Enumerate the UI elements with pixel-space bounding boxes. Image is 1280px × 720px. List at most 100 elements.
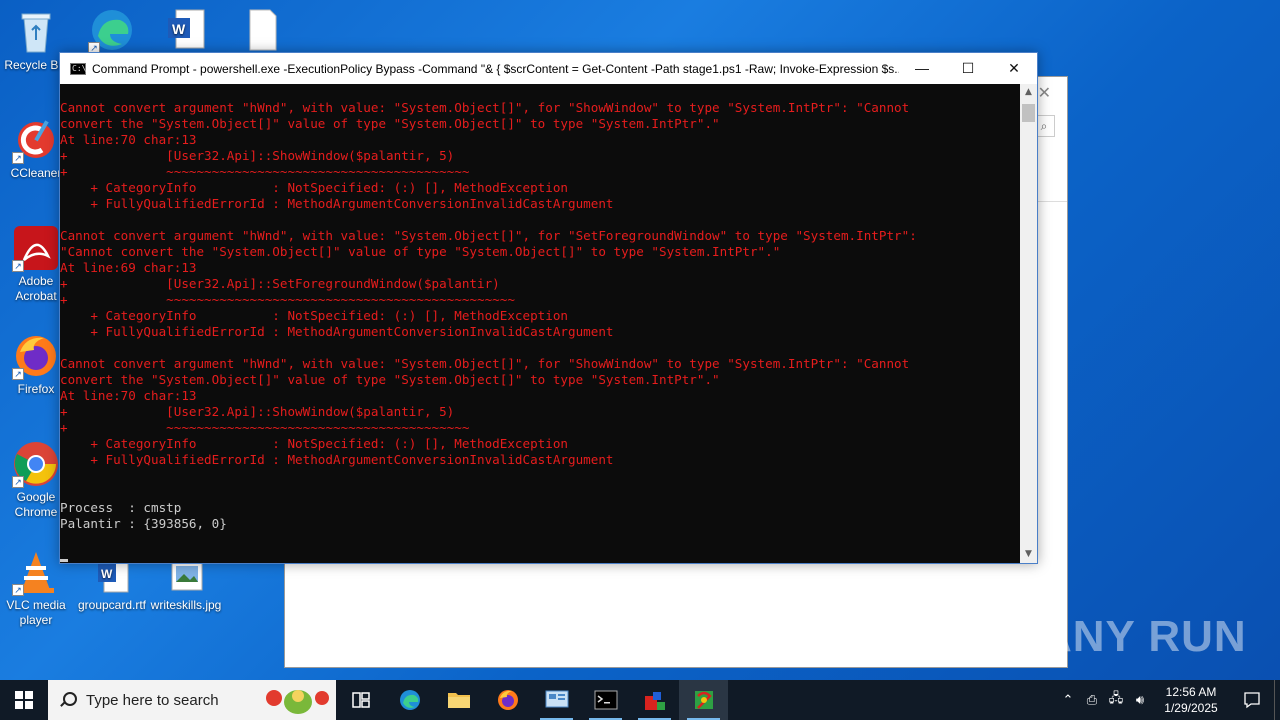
notification-button[interactable] — [1230, 680, 1274, 720]
console-line: At line:69 char:13 — [60, 260, 197, 275]
svg-text:W: W — [101, 567, 113, 581]
search-placeholder: Type here to search — [86, 691, 219, 709]
console-line: At line:70 char:13 — [60, 388, 197, 403]
command-prompt-icon — [594, 690, 617, 710]
blank-file-icon — [238, 6, 286, 54]
taskbar-command-prompt[interactable] — [581, 680, 630, 720]
close-icon[interactable]: ✕ — [1038, 83, 1051, 102]
taskbar-app-active[interactable] — [679, 680, 728, 720]
clock[interactable]: 12:56 AM 1/29/2025 — [1152, 684, 1230, 716]
console-line: At line:70 char:13 — [60, 132, 197, 147]
console-line: convert the "System.Object[]" value of t… — [60, 372, 720, 387]
scrollbar-thumb[interactable] — [1022, 104, 1035, 122]
taskbar-file-explorer[interactable] — [434, 680, 483, 720]
console-line: + [User32.Api]::ShowWindow($palantir, 5) — [60, 404, 455, 419]
taskbar-app-red[interactable] — [630, 680, 679, 720]
recycle-bin-icon — [12, 8, 60, 56]
console-line: "Cannot convert the "System.Object[]" va… — [60, 244, 781, 259]
console-line: + CategoryInfo : NotSpecified: (:) [], M… — [60, 180, 568, 195]
volume-icon[interactable]: 🔊︎ — [1128, 692, 1152, 708]
shortcut-arrow-icon: ↗ — [12, 260, 24, 272]
window-title: Command Prompt - powershell.exe -Executi… — [92, 61, 899, 76]
desktop-icon-word-doc[interactable]: W — [150, 6, 222, 56]
taskbar-firefox[interactable] — [483, 680, 532, 720]
anyrun-watermark: ANY RUN — [1040, 612, 1247, 661]
console-line: + ~~~~~~~~~~~~~~~~~~~~~~~~~~~~~~~~~~~~~~… — [60, 420, 470, 435]
script-host-icon — [694, 691, 713, 709]
command-prompt-icon: C:\ — [70, 62, 87, 75]
application-icon — [644, 692, 665, 710]
vertical-scrollbar[interactable]: ▲ ▼ — [1020, 84, 1037, 563]
chevron-up-icon[interactable]: ⌃ — [1056, 692, 1080, 708]
console-line: + ~~~~~~~~~~~~~~~~~~~~~~~~~~~~~~~~~~~~~~… — [60, 292, 515, 307]
console-text: Cannot convert argument "hWnd", with val… — [60, 84, 1020, 563]
taskbar-edge[interactable] — [385, 680, 434, 720]
desktop-icon-label: groupcard.rtf — [77, 598, 147, 612]
task-view-icon — [351, 692, 370, 708]
scroll-up-arrow-icon[interactable]: ▲ — [1020, 84, 1037, 101]
network-icon[interactable]: 🖧 — [1104, 689, 1128, 711]
console-line: + FullyQualifiedErrorId : MethodArgument… — [60, 196, 614, 211]
console-line: + FullyQualifiedErrorId : MethodArgument… — [60, 452, 614, 467]
svg-text:W: W — [172, 21, 186, 37]
shortcut-arrow-icon: ↗ — [12, 584, 24, 596]
firefox-icon: ↗ — [12, 332, 60, 380]
console-line: Cannot convert argument "hWnd", with val… — [60, 356, 910, 371]
windows-logo-icon — [15, 691, 33, 709]
folder-icon — [447, 693, 470, 708]
window-titlebar[interactable]: C:\ Command Prompt - powershell.exe -Exe… — [60, 53, 1037, 84]
ccleaner-icon: ↗ — [12, 116, 60, 164]
start-button[interactable] — [0, 680, 48, 720]
network-device-icon[interactable]: ⎙ — [1080, 692, 1104, 708]
console-output[interactable]: Cannot convert argument "hWnd", with val… — [60, 84, 1020, 563]
chrome-icon: ↗ — [12, 440, 60, 488]
command-prompt-window[interactable]: C:\ Command Prompt - powershell.exe -Exe… — [59, 52, 1038, 564]
console-line: + CategoryInfo : NotSpecified: (:) [], M… — [60, 308, 568, 323]
desktop-icon-label: writeskills.jpg — [150, 598, 222, 612]
word-document-icon: W — [162, 6, 210, 54]
maximize-button[interactable]: ☐ — [945, 53, 991, 84]
search-icon — [60, 692, 77, 708]
desktop-icon-blank-file[interactable] — [226, 6, 298, 56]
taskbar-control-panel[interactable] — [532, 680, 581, 720]
show-desktop-button[interactable] — [1274, 680, 1280, 720]
console-line: convert the "System.Object[]" value of t… — [60, 116, 720, 131]
shortcut-arrow-icon: ↗ — [12, 368, 24, 380]
shortcut-arrow-icon: ↗ — [12, 476, 24, 488]
console-line: Cannot convert argument "hWnd", with val… — [60, 100, 910, 115]
console-line: Cannot convert argument "hWnd", with val… — [60, 228, 917, 243]
text-cursor — [60, 559, 68, 562]
desktop-icon-label: VLC media player — [6, 598, 66, 627]
adobe-acrobat-icon: ↗ — [12, 224, 60, 272]
desktop-icon-edge[interactable]: ↗ — [76, 6, 148, 56]
console-line: + ~~~~~~~~~~~~~~~~~~~~~~~~~~~~~~~~~~~~~~… — [60, 164, 470, 179]
system-tray: ⌃ ⎙ 🖧 🔊︎ 12:56 AM 1/29/2025 — [1056, 680, 1280, 720]
console-line: + FullyQualifiedErrorId : MethodArgument… — [60, 324, 614, 339]
scroll-down-arrow-icon[interactable]: ▼ — [1020, 546, 1037, 563]
edge-icon — [399, 690, 420, 710]
desktop-icon-groupcard[interactable]: W groupcard.rtf — [76, 556, 148, 613]
edge-icon: ↗ — [88, 6, 136, 54]
console-cursor-line — [60, 548, 1020, 563]
console-line: Process : cmstp — [60, 500, 182, 515]
console-line: + [User32.Api]::ShowWindow($palantir, 5) — [60, 148, 455, 163]
close-button[interactable]: ✕ — [991, 53, 1037, 84]
control-panel-icon — [545, 690, 568, 708]
divider — [1033, 201, 1067, 202]
clock-date: 1/29/2025 — [1164, 701, 1218, 715]
taskbar-search-box[interactable]: Type here to search — [48, 680, 336, 720]
desktop-icon-writeskills[interactable]: writeskills.jpg — [150, 556, 222, 613]
vlc-cone-icon: ↗ — [12, 548, 60, 596]
taskbar: Type here to search ⌃ ⎙ 🖧 🔊︎ 12:56 AM 1/… — [0, 680, 1280, 720]
taskbar-task-view[interactable] — [336, 680, 385, 720]
clock-time: 12:56 AM — [1165, 685, 1217, 699]
firefox-icon — [497, 690, 518, 710]
minimize-button[interactable]: — — [899, 53, 945, 84]
search-highlight-decoration-icon — [266, 690, 329, 714]
console-line: Palantir : {393856, 0} — [60, 516, 227, 531]
